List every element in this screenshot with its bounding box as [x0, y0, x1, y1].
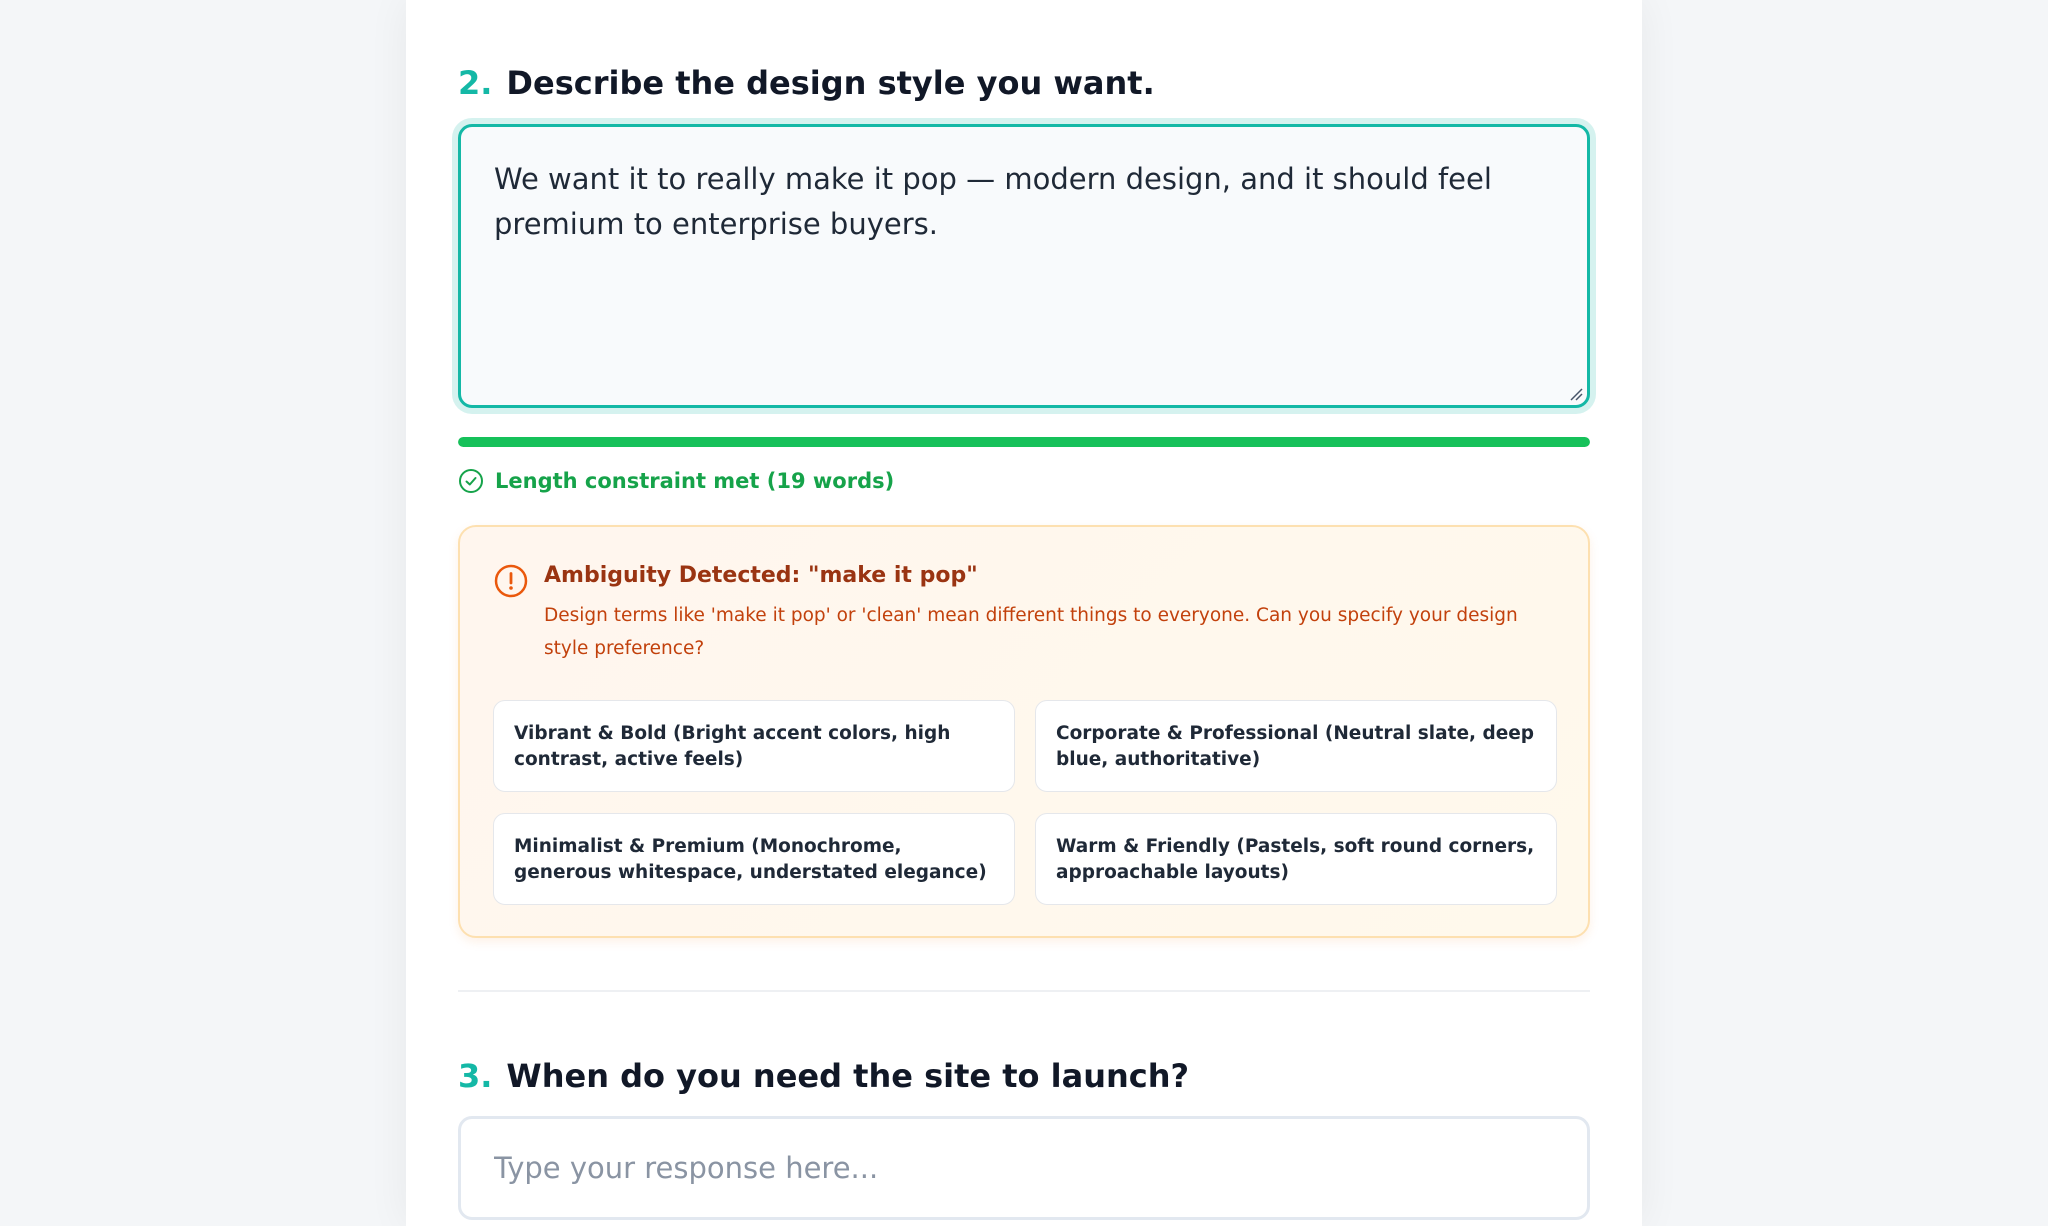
question-2-title: Describe the design style you want.	[506, 64, 1155, 102]
question-3-heading: 3. When do you need the site to launch?	[458, 1056, 1189, 1096]
style-option-corporate-professional[interactable]: Corporate & Professional (Neutral slate,…	[1035, 700, 1557, 792]
ambiguity-description: Design terms like 'make it pop' or 'clea…	[544, 605, 1518, 659]
ambiguity-alert: Ambiguity Detected: "make it pop" Design…	[458, 525, 1590, 938]
section-divider	[458, 990, 1590, 992]
launch-date-input[interactable]	[458, 1116, 1590, 1220]
style-option-minimalist-premium[interactable]: Minimalist & Premium (Monochrome, genero…	[493, 813, 1015, 905]
question-3-title: When do you need the site to launch?	[506, 1057, 1190, 1095]
length-progress-fill	[458, 437, 1590, 447]
length-status-text: Length constraint met (19 words)	[495, 469, 895, 493]
ambiguity-title: Ambiguity Detected: "make it pop"	[544, 563, 978, 588]
design-style-textarea-value[interactable]: We want it to really make it pop — moder…	[494, 157, 1554, 247]
alert-circle-icon	[494, 564, 528, 598]
check-circle-icon	[459, 469, 483, 493]
length-progress-bar	[458, 437, 1590, 447]
question-2-heading: 2. Describe the design style you want.	[458, 63, 1155, 103]
page: 2. Describe the design style you want. We…	[0, 0, 2048, 1226]
style-option-warm-friendly[interactable]: Warm & Friendly (Pastels, soft round cor…	[1035, 813, 1557, 905]
question-2-number: 2.	[458, 64, 493, 102]
questionnaire-card: 2. Describe the design style you want. We…	[406, 0, 1642, 1226]
question-3-number: 3.	[458, 1057, 493, 1095]
design-style-textarea[interactable]: We want it to really make it pop — moder…	[458, 124, 1590, 408]
resize-handle-icon[interactable]	[1569, 387, 1583, 401]
length-status: Length constraint met (19 words)	[458, 468, 894, 494]
style-option-vibrant-bold[interactable]: Vibrant & Bold (Bright accent colors, hi…	[493, 700, 1015, 792]
